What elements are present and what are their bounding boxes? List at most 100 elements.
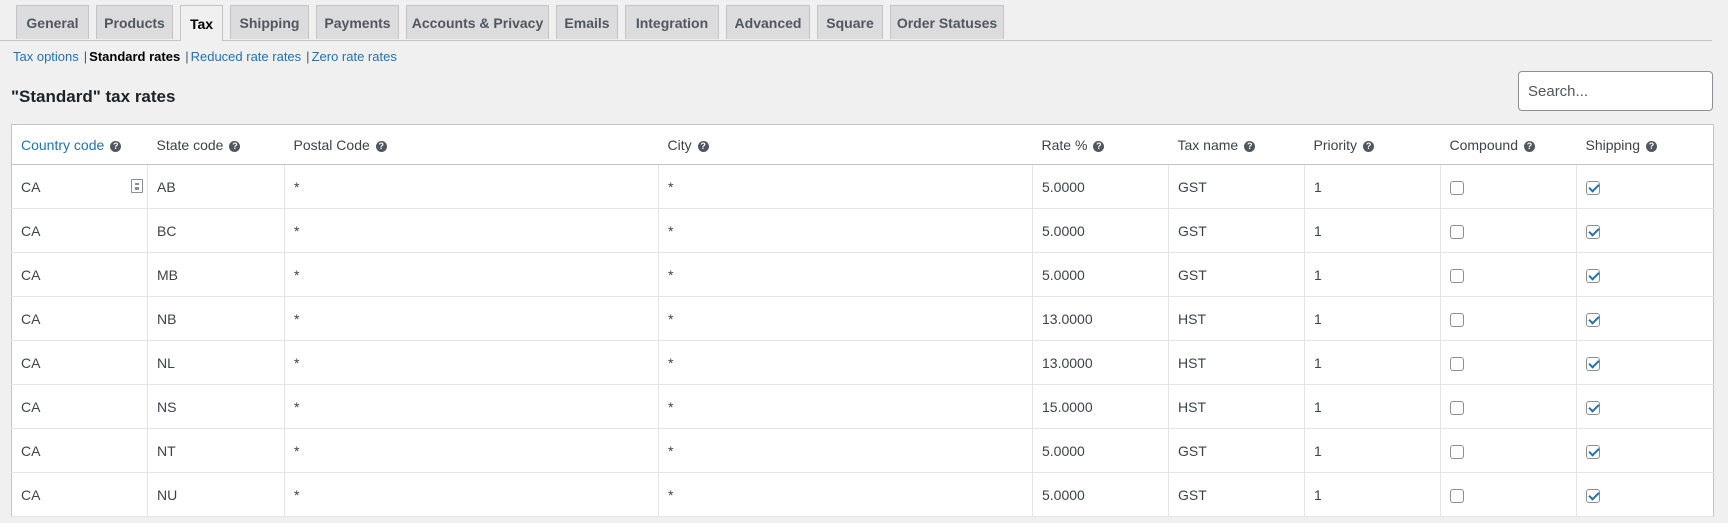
cell-country[interactable]: CA xyxy=(11,384,148,429)
cell-city[interactable]: * xyxy=(658,208,1033,253)
cell-priority[interactable]: 1 xyxy=(1304,384,1441,429)
cell-name[interactable]: GST xyxy=(1168,208,1305,253)
cell-city[interactable]: * xyxy=(658,252,1033,297)
help-icon[interactable]: ? xyxy=(1646,140,1657,152)
tab-tax[interactable]: Tax xyxy=(180,5,223,41)
subnav-reduced-rates[interactable]: Reduced rate rates xyxy=(191,49,302,64)
cell-rate[interactable]: 5.0000 xyxy=(1032,164,1169,209)
col-country-code[interactable]: Country code? xyxy=(11,124,148,165)
cell-name[interactable]: HST xyxy=(1168,384,1305,429)
cell-country[interactable]: CA xyxy=(11,340,148,385)
cell-city[interactable]: * xyxy=(658,296,1033,341)
cell-rate[interactable]: 15.0000 xyxy=(1032,384,1169,429)
cell-name[interactable]: GST xyxy=(1168,472,1305,517)
shipping-checkbox[interactable] xyxy=(1586,488,1600,503)
cell-name[interactable]: GST xyxy=(1168,428,1305,473)
compound-checkbox[interactable] xyxy=(1450,356,1464,371)
cell-state[interactable]: NU xyxy=(147,472,285,517)
cell-city[interactable]: * xyxy=(658,428,1033,473)
cell-country[interactable]: CA xyxy=(11,252,148,297)
help-icon[interactable]: ? xyxy=(697,140,709,152)
col-label[interactable]: Country code xyxy=(21,137,104,153)
compound-checkbox[interactable] xyxy=(1450,312,1464,327)
help-icon[interactable]: ? xyxy=(375,140,387,152)
cell-state[interactable]: NT xyxy=(147,428,285,473)
cell-priority[interactable]: 1 xyxy=(1304,340,1441,385)
cell-city[interactable]: * xyxy=(658,164,1033,209)
cell-priority[interactable]: 1 xyxy=(1304,164,1441,209)
compound-checkbox[interactable] xyxy=(1450,444,1464,459)
country-picker-icon[interactable] xyxy=(131,179,143,193)
compound-checkbox[interactable] xyxy=(1450,180,1464,195)
cell-state[interactable]: NS xyxy=(147,384,285,429)
help-icon[interactable]: ? xyxy=(1093,140,1105,152)
compound-checkbox[interactable] xyxy=(1450,488,1464,503)
compound-checkbox[interactable] xyxy=(1450,400,1464,415)
cell-rate[interactable]: 13.0000 xyxy=(1032,340,1169,385)
cell-name[interactable]: HST xyxy=(1168,296,1305,341)
tab-accounts-privacy[interactable]: Accounts & Privacy xyxy=(406,5,549,39)
cell-postal[interactable]: * xyxy=(284,472,659,517)
tab-shipping[interactable]: Shipping xyxy=(230,5,309,39)
cell-country[interactable]: CA xyxy=(11,472,148,517)
tab-square[interactable]: Square xyxy=(817,5,883,39)
tab-order-statuses[interactable]: Order Statuses xyxy=(890,5,1004,39)
cell-postal[interactable]: * xyxy=(284,428,659,473)
cell-priority[interactable]: 1 xyxy=(1304,472,1441,517)
cell-priority[interactable]: 1 xyxy=(1304,296,1441,341)
help-icon[interactable]: ? xyxy=(1524,140,1535,152)
cell-state[interactable]: MB xyxy=(147,252,285,297)
shipping-checkbox[interactable] xyxy=(1586,444,1600,459)
cell-priority[interactable]: 1 xyxy=(1304,208,1441,253)
subnav-standard-rates[interactable]: Standard rates xyxy=(89,49,180,64)
cell-postal[interactable]: * xyxy=(284,296,659,341)
shipping-checkbox[interactable] xyxy=(1586,180,1600,195)
cell-city[interactable]: * xyxy=(658,384,1033,429)
cell-country[interactable]: CA xyxy=(11,296,148,341)
cell-name[interactable]: HST xyxy=(1168,340,1305,385)
tab-payments[interactable]: Payments xyxy=(316,5,399,39)
compound-checkbox[interactable] xyxy=(1450,224,1464,239)
cell-state[interactable]: AB xyxy=(147,164,285,209)
subnav-tax-options[interactable]: Tax options xyxy=(13,49,79,64)
cell-state[interactable]: NB xyxy=(147,296,285,341)
shipping-checkbox[interactable] xyxy=(1586,400,1600,415)
cell-country[interactable]: CA xyxy=(11,208,148,253)
help-icon[interactable]: ? xyxy=(1363,140,1375,152)
search-input[interactable] xyxy=(1518,71,1713,111)
cell-postal[interactable]: * xyxy=(284,252,659,297)
help-icon[interactable]: ? xyxy=(110,140,122,152)
cell-rate[interactable]: 5.0000 xyxy=(1032,472,1169,517)
shipping-checkbox[interactable] xyxy=(1586,224,1600,239)
cell-country[interactable]: CA xyxy=(11,164,148,209)
shipping-checkbox[interactable] xyxy=(1586,312,1600,327)
cell-postal[interactable]: * xyxy=(284,208,659,253)
cell-postal[interactable]: * xyxy=(284,164,659,209)
cell-country[interactable]: CA xyxy=(11,428,148,473)
tab-emails[interactable]: Emails xyxy=(556,5,618,39)
tab-integration[interactable]: Integration xyxy=(625,5,719,39)
cell-city[interactable]: * xyxy=(658,472,1033,517)
help-icon[interactable]: ? xyxy=(1244,140,1256,152)
cell-name[interactable]: GST xyxy=(1168,252,1305,297)
cell-city[interactable]: * xyxy=(658,340,1033,385)
cell-rate[interactable]: 5.0000 xyxy=(1032,428,1169,473)
cell-name[interactable]: GST xyxy=(1168,164,1305,209)
compound-checkbox[interactable] xyxy=(1450,268,1464,283)
cell-rate[interactable]: 5.0000 xyxy=(1032,252,1169,297)
cell-state[interactable]: NL xyxy=(147,340,285,385)
tab-general[interactable]: General xyxy=(16,5,89,39)
cell-state[interactable]: BC xyxy=(147,208,285,253)
cell-postal[interactable]: * xyxy=(284,340,659,385)
tab-advanced[interactable]: Advanced xyxy=(726,5,810,39)
subnav-zero-rates[interactable]: Zero rate rates xyxy=(312,49,397,64)
tab-products[interactable]: Products xyxy=(96,5,173,39)
cell-priority[interactable]: 1 xyxy=(1304,252,1441,297)
shipping-checkbox[interactable] xyxy=(1586,356,1600,371)
help-icon[interactable]: ? xyxy=(229,140,241,152)
cell-rate[interactable]: 5.0000 xyxy=(1032,208,1169,253)
cell-priority[interactable]: 1 xyxy=(1304,428,1441,473)
cell-rate[interactable]: 13.0000 xyxy=(1032,296,1169,341)
shipping-checkbox[interactable] xyxy=(1586,268,1600,283)
cell-postal[interactable]: * xyxy=(284,384,659,429)
